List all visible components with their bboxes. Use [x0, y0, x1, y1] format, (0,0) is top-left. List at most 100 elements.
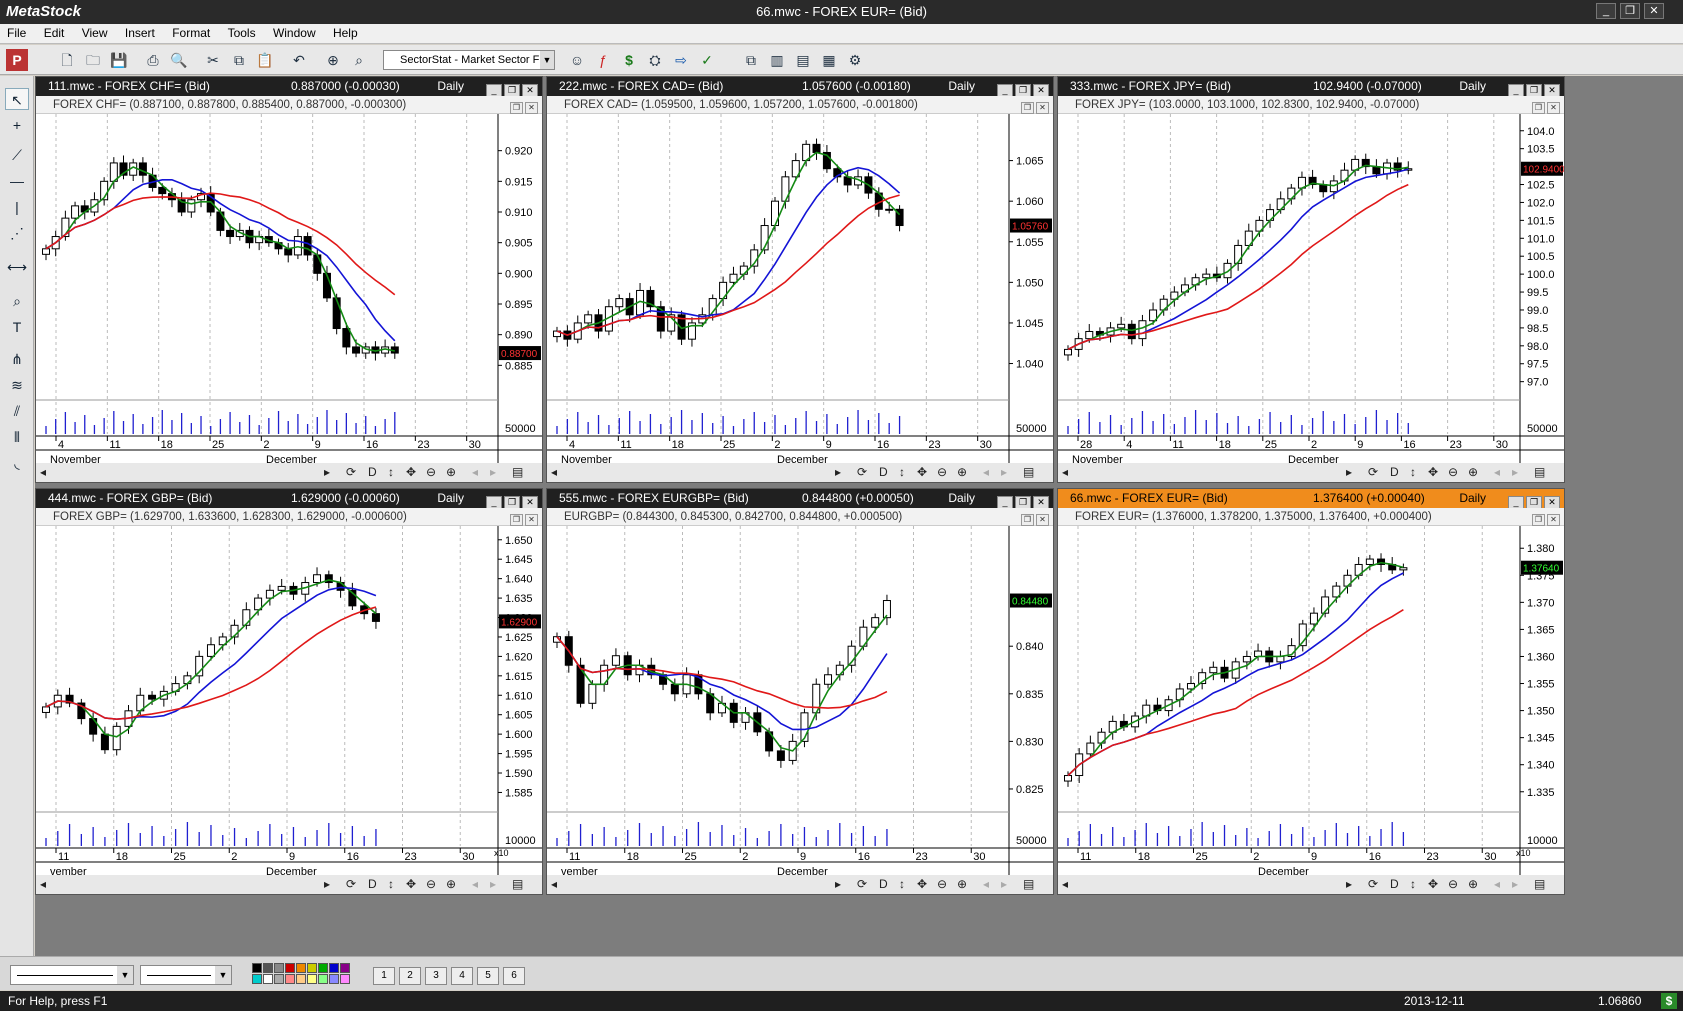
close-icon[interactable]: ✕: [1036, 514, 1049, 526]
refresh-icon[interactable]: ⟳: [857, 465, 867, 479]
chart-scroll-bar[interactable]: ◂ ▸ ⟳ D ↕ ✥ ⊖ ⊕ ◂ ▸ ▤: [36, 874, 542, 894]
zoom-out-icon[interactable]: ⊖: [426, 877, 436, 891]
color-swatch[interactable]: [274, 974, 284, 984]
pointer-icon[interactable]: ↖: [5, 88, 29, 110]
minimize-button[interactable]: _: [1596, 3, 1616, 19]
scroll-left-icon[interactable]: ◂: [1062, 877, 1068, 891]
menu-edit[interactable]: Edit: [37, 24, 72, 42]
zoom-box-icon[interactable]: ⌕: [5, 290, 29, 312]
cross-icon[interactable]: +: [5, 114, 29, 136]
move-icon[interactable]: ✥: [406, 465, 416, 479]
periodicity-icon[interactable]: D: [879, 465, 888, 479]
chart-window[interactable]: 333.mwc - FOREX JPY= (Bid) 102.9400 (-0.…: [1057, 76, 1565, 483]
close-icon[interactable]: ✕: [525, 102, 538, 114]
restore-icon[interactable]: ❐: [1532, 102, 1545, 114]
chart-window[interactable]: 222.mwc - FOREX CAD= (Bid) 1.057600 (-0.…: [546, 76, 1054, 483]
layout-4-button[interactable]: 4: [451, 967, 473, 985]
color-swatch[interactable]: [329, 963, 339, 973]
menu-help[interactable]: Help: [326, 24, 365, 42]
copy-icon[interactable]: ⧉: [228, 49, 250, 71]
scroll-left-icon[interactable]: ◂: [1062, 465, 1068, 479]
scroll-right-icon[interactable]: ▸: [1346, 465, 1352, 479]
settings-icon[interactable]: ⚙: [844, 49, 866, 71]
print-icon[interactable]: ⎙: [142, 49, 164, 71]
refresh-icon[interactable]: ⟳: [346, 465, 356, 479]
restore-icon[interactable]: ❐: [510, 102, 523, 114]
print-preview-icon[interactable]: 🔍: [168, 49, 190, 71]
cascade-icon[interactable]: ⧉: [740, 49, 762, 71]
color-swatch[interactable]: [340, 974, 350, 984]
scroll-back-icon[interactable]: ◂: [1494, 465, 1500, 479]
zoom-in-icon[interactable]: ⊕: [1468, 877, 1478, 891]
close-icon[interactable]: ✕: [1036, 102, 1049, 114]
move-icon[interactable]: ✥: [1428, 465, 1438, 479]
color-swatch[interactable]: [318, 963, 328, 973]
line-weight-select[interactable]: ▼: [140, 965, 232, 985]
open-folder-icon[interactable]: 🗀: [82, 49, 104, 71]
move-icon[interactable]: ✥: [917, 877, 927, 891]
save-icon[interactable]: 💾: [108, 49, 130, 71]
channel-icon[interactable]: ⫽: [5, 400, 29, 422]
color-swatch[interactable]: [296, 963, 306, 973]
chart-scroll-bar[interactable]: ◂ ▸ ⟳ D ↕ ✥ ⊖ ⊕ ◂ ▸ ▤: [547, 462, 1053, 482]
color-swatch[interactable]: [263, 963, 273, 973]
fibonacci-icon[interactable]: ≋: [5, 374, 29, 396]
scroll-left-icon[interactable]: ◂: [40, 465, 46, 479]
zoom-in-icon[interactable]: ⊕: [957, 465, 967, 479]
scroll-right-icon[interactable]: ▸: [1346, 877, 1352, 891]
move-icon[interactable]: ✥: [406, 877, 416, 891]
crosshair-icon[interactable]: ⊕: [322, 49, 344, 71]
data-window-icon[interactable]: ▤: [1534, 877, 1545, 891]
color-swatch[interactable]: [329, 974, 339, 984]
refresh-icon[interactable]: ⟳: [1368, 877, 1378, 891]
grid-icon[interactable]: ▦: [818, 49, 840, 71]
color-swatch[interactable]: [252, 963, 262, 973]
arrow-right-icon[interactable]: ⇨: [670, 49, 692, 71]
chart-window[interactable]: 111.mwc - FOREX CHF= (Bid) 0.887000 (-0.…: [35, 76, 543, 483]
scroll-forward-icon[interactable]: ▸: [490, 465, 496, 479]
color-swatch[interactable]: [340, 963, 350, 973]
zoom-in-icon[interactable]: ⊕: [446, 465, 456, 479]
vertical-scale-icon[interactable]: ↕: [388, 465, 394, 479]
zoom-out-icon[interactable]: ⊖: [426, 465, 436, 479]
layout-3-button[interactable]: 3: [425, 967, 447, 985]
text-icon[interactable]: T: [5, 316, 29, 338]
restore-button[interactable]: ❐: [1620, 3, 1640, 19]
restore-icon[interactable]: ❐: [1532, 514, 1545, 526]
chart-window[interactable]: 555.mwc - FOREX EURGBP= (Bid) 0.844800 (…: [546, 488, 1054, 895]
zoom-in-icon[interactable]: ⊕: [446, 877, 456, 891]
zoom-out-icon[interactable]: ⊖: [1448, 877, 1458, 891]
layout-2-button[interactable]: 2: [399, 967, 421, 985]
cycle-lines-icon[interactable]: ⦀: [5, 426, 29, 448]
pitchfork-icon[interactable]: ⋔: [5, 348, 29, 370]
horizontal-line-icon[interactable]: —: [5, 170, 29, 192]
chart-window[interactable]: 66.mwc - FOREX EUR= (Bid) 1.376400 (+0.0…: [1057, 488, 1565, 895]
periodicity-icon[interactable]: D: [1390, 877, 1399, 891]
check-question-icon[interactable]: ✓: [696, 49, 718, 71]
color-palette[interactable]: [252, 963, 352, 987]
dollar-icon[interactable]: $: [618, 49, 640, 71]
undo-icon[interactable]: ↶: [288, 49, 310, 71]
chart-window-titlebar[interactable]: 444.mwc - FOREX GBP= (Bid) 1.629000 (-0.…: [36, 489, 542, 509]
refresh-icon[interactable]: ⟳: [346, 877, 356, 891]
refresh-icon[interactable]: ⟳: [857, 877, 867, 891]
move-icon[interactable]: ✥: [917, 465, 927, 479]
explorer-icon[interactable]: ⛭: [644, 49, 666, 71]
chart-window-titlebar[interactable]: 333.mwc - FOREX JPY= (Bid) 102.9400 (-0.…: [1058, 77, 1564, 97]
zoom-icon[interactable]: ⌕: [348, 49, 370, 71]
restore-icon[interactable]: ❐: [510, 514, 523, 526]
color-swatch[interactable]: [285, 963, 295, 973]
move-icon[interactable]: ✥: [1428, 877, 1438, 891]
left-right-icon[interactable]: ⟷: [5, 256, 29, 278]
scroll-back-icon[interactable]: ◂: [983, 877, 989, 891]
chart-scroll-bar[interactable]: ◂ ▸ ⟳ D ↕ ✥ ⊖ ⊕ ◂ ▸ ▤: [547, 874, 1053, 894]
scroll-forward-icon[interactable]: ▸: [1512, 465, 1518, 479]
color-swatch[interactable]: [263, 974, 273, 984]
zoom-out-icon[interactable]: ⊖: [937, 877, 947, 891]
zoom-out-icon[interactable]: ⊖: [937, 465, 947, 479]
scroll-right-icon[interactable]: ▸: [835, 465, 841, 479]
layout-6-button[interactable]: 6: [503, 967, 525, 985]
indicator-builder-icon[interactable]: ƒ: [592, 49, 614, 71]
vertical-scale-icon[interactable]: ↕: [388, 877, 394, 891]
restore-icon[interactable]: ❐: [1021, 514, 1034, 526]
